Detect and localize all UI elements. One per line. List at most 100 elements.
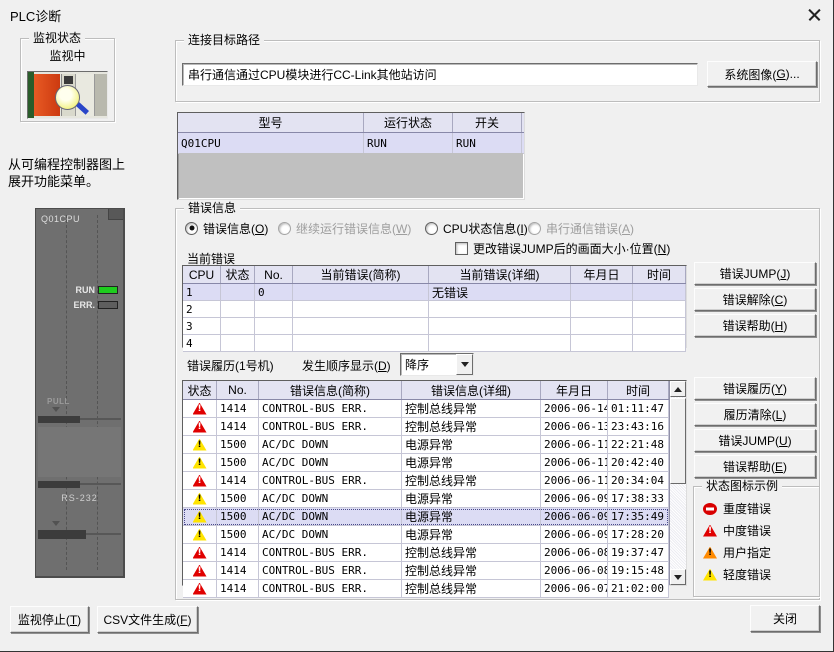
error-jump-button[interactable]: 错误JUMP(J): [694, 262, 816, 285]
history-row[interactable]: 1414CONTROL-BUS ERR.控制总线异常2006-06-1401:1…: [183, 400, 669, 418]
history-cell: CONTROL-BUS ERR.: [259, 562, 402, 579]
medium-error-icon: [193, 547, 207, 559]
history-cell: 23:43:16: [608, 418, 669, 435]
history-cell: 17:38:33: [608, 490, 669, 507]
history-cell: 控制总线异常: [402, 472, 541, 489]
current-table-body: 10无错误234: [183, 284, 686, 352]
history-cell: AC/DC DOWN: [259, 436, 402, 453]
current-error-row[interactable]: 10无错误: [183, 284, 686, 301]
status-icon-legend-group: 状态图标示例 重度错误 中度错误 用户指定 轻度错误: [693, 486, 820, 597]
col-header-no: No.: [217, 381, 259, 399]
col-header-date: 年月日: [541, 381, 608, 399]
radio-icon: [528, 222, 541, 235]
history-row[interactable]: 1414CONTROL-BUS ERR.控制总线异常2006-06-1323:4…: [183, 418, 669, 436]
history-row[interactable]: 1500AC/DC DOWN电源异常2006-06-0917:35:49: [183, 508, 669, 526]
history-cell: AC/DC DOWN: [259, 526, 402, 543]
error-history-button[interactable]: 错误履历(Y): [694, 377, 816, 400]
dialog-title: PLC诊断: [10, 6, 61, 25]
history-cell: 1500: [217, 490, 259, 507]
err-led-label: ERR.: [73, 300, 95, 310]
history-row[interactable]: 1414CONTROL-BUS ERR.控制总线异常2006-06-0819:3…: [183, 544, 669, 562]
connection-path-field: 串行通信通过CPU模块进行CC-Link其他站访问: [182, 63, 698, 86]
light-error-icon: [193, 439, 207, 451]
history-status-cell: [183, 526, 217, 543]
history-cell: 21:02:00: [608, 580, 669, 597]
col-header-name: 当前错误(简称): [293, 266, 429, 283]
resize-after-jump-checkbox[interactable]: 更改错误JUMP后的画面大小·位置(N): [455, 240, 670, 257]
module-table-row[interactable]: Q01CPURUNRUN: [178, 133, 524, 154]
history-cell: CONTROL-BUS ERR.: [259, 580, 402, 597]
user-specified-icon: [703, 547, 717, 559]
current-error-cell: [633, 301, 686, 317]
error-help2-button[interactable]: 错误帮助(E): [694, 455, 816, 478]
monitor-status-value: 监视中: [21, 47, 114, 64]
history-row[interactable]: 1414CONTROL-BUS ERR.控制总线异常2006-06-1120:3…: [183, 472, 669, 490]
history-row[interactable]: 1500AC/DC DOWN电源异常2006-06-0917:28:20: [183, 526, 669, 544]
close-button[interactable]: [801, 3, 827, 27]
history-row[interactable]: 1500AC/DC DOWN电源异常2006-06-1122:21:48: [183, 436, 669, 454]
csv-generate-button[interactable]: CSV文件生成(F): [97, 606, 198, 633]
history-cell: 2006-06-11: [541, 454, 608, 471]
plc-module-name: Q01CPU: [41, 214, 80, 224]
current-error-row[interactable]: 4: [183, 335, 686, 352]
history-row[interactable]: 1414CONTROL-BUS ERR.控制总线异常2006-06-0721:0…: [183, 580, 669, 598]
current-error-cell: [633, 335, 686, 351]
plc-module-graphic[interactable]: Q01CPU RUN ERR. PULL RS-232: [35, 208, 125, 578]
history-cell: 19:37:47: [608, 544, 669, 561]
history-clear-button[interactable]: 履历清除(L): [694, 403, 816, 426]
history-cell: 2006-06-09: [541, 526, 608, 543]
error-clear-button[interactable]: 错误解除(C): [694, 288, 816, 311]
current-error-row[interactable]: 2: [183, 301, 686, 318]
history-cell: 1414: [217, 580, 259, 597]
history-status-cell: [183, 544, 217, 561]
medium-error-icon: [193, 565, 207, 577]
col-header-name: 错误信息(简称): [259, 381, 402, 399]
history-cell: 1414: [217, 544, 259, 561]
radio-error-info[interactable]: 错误信息(O): [185, 221, 268, 235]
current-error-cell: [429, 335, 571, 351]
radio-icon: [278, 222, 291, 235]
history-status-cell: [183, 490, 217, 507]
run-led-icon: [98, 286, 118, 294]
close-dialog-button[interactable]: 关闭: [750, 605, 820, 632]
checkbox-icon: [455, 242, 468, 255]
rs232-port-label: RS-232: [36, 493, 123, 503]
history-cell: 电源异常: [402, 436, 541, 453]
error-jump2-button[interactable]: 错误JUMP(U): [694, 429, 816, 452]
current-error-cell: [633, 284, 686, 300]
col-header-detail: 错误信息(详细): [402, 381, 541, 399]
history-row[interactable]: 1500AC/DC DOWN电源异常2006-06-0917:38:33: [183, 490, 669, 508]
module-cell: RUN: [453, 133, 522, 153]
history-scrollbar[interactable]: [669, 381, 686, 585]
medium-error-icon: [193, 475, 207, 487]
plc-monitor-thumbnail: [27, 71, 108, 119]
order-dropdown[interactable]: 降序: [400, 353, 474, 376]
history-status-cell: [183, 418, 217, 435]
history-row[interactable]: 1500AC/DC DOWN电源异常2006-06-1120:42:40: [183, 454, 669, 472]
history-cell: 1500: [217, 454, 259, 471]
col-header-switch: 开关: [453, 113, 522, 132]
current-error-row[interactable]: 3: [183, 318, 686, 335]
error-info-group-title: 错误信息: [184, 201, 240, 215]
scroll-up-button[interactable]: [670, 381, 686, 397]
scrollbar-thumb[interactable]: [670, 398, 686, 484]
system-image-button[interactable]: 系统图像(G)...: [707, 61, 817, 87]
history-row[interactable]: 1414CONTROL-BUS ERR.控制总线异常2006-06-0819:1…: [183, 562, 669, 580]
radio-continue-error-info[interactable]: 继续运行错误信息(W): [278, 221, 411, 235]
medium-error-icon: [703, 525, 717, 537]
radio-cpu-status-info[interactable]: CPU状态信息(I): [425, 221, 528, 235]
radio-serial-comm-error[interactable]: 串行通信错误(A): [528, 221, 634, 235]
history-cell: 2006-06-09: [541, 490, 608, 507]
monitor-stop-button[interactable]: 监视停止(T): [10, 606, 89, 633]
history-cell: 2006-06-13: [541, 418, 608, 435]
current-error-cell: [571, 301, 633, 317]
history-cell: 控制总线异常: [402, 544, 541, 561]
current-error-table: CPU 状态 No. 当前错误(简称) 当前错误(详细) 年月日 时间 10无错…: [182, 265, 687, 348]
history-cell: 1414: [217, 400, 259, 417]
dropdown-button[interactable]: [456, 354, 473, 375]
error-help-button[interactable]: 错误帮助(H): [694, 314, 816, 337]
current-error-cell: [255, 301, 293, 317]
scroll-down-button[interactable]: [670, 569, 686, 585]
col-header-detail: 当前错误(详细): [429, 266, 571, 283]
legend-item-light: 轻度错误: [703, 566, 771, 583]
